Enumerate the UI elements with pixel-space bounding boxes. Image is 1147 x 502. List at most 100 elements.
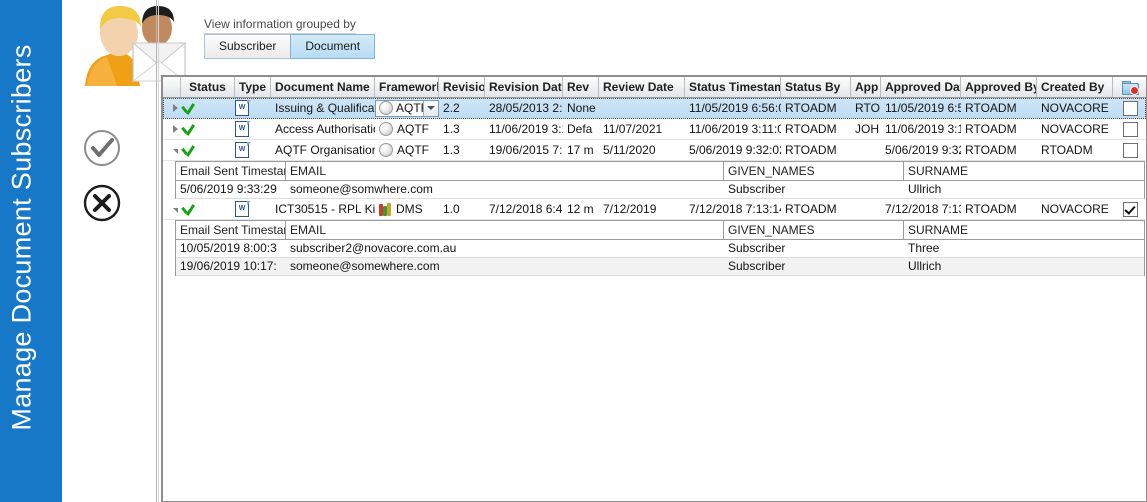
status-by-cell[interactable]: RTOADM [781, 199, 851, 219]
document-subscribers-grid[interactable]: StatusTypeDocument NameFrameworkRevision… [162, 76, 1146, 501]
column-header-document-name[interactable]: Document Name [271, 77, 375, 97]
row-expander-open-icon[interactable] [173, 149, 178, 154]
subtable-column-header-surname[interactable]: SURNAME [904, 221, 1146, 239]
column-header-rev[interactable]: Rev [563, 77, 599, 97]
email-sent-timestamp-cell[interactable]: 19/06/2019 10:17: [176, 258, 286, 275]
rev-cell[interactable]: Defa [563, 119, 599, 139]
status-cell[interactable] [181, 199, 235, 219]
framework-cell[interactable]: AQTF [375, 119, 439, 139]
surname-cell[interactable]: Ullrich [904, 181, 1146, 198]
column-header-created-by[interactable]: Created By [1037, 77, 1113, 97]
surname-cell[interactable]: Three [904, 240, 1146, 257]
table-row[interactable]: W AQTF Organisationa AQTF 1.3 19/06/2015 7:2… [163, 140, 1146, 161]
subtable-row[interactable]: 10/05/2019 8:00:3 subscriber2@novacore.co… [176, 240, 1144, 258]
row-checkbox-cell[interactable] [1113, 98, 1146, 118]
subtable-column-header-email[interactable]: EMAIL [286, 162, 724, 180]
revision-cell[interactable]: 1.0 [439, 199, 485, 219]
column-header-status[interactable]: Status [181, 77, 235, 97]
review-date-cell[interactable]: 7/12/2019 [599, 199, 685, 219]
email-sent-timestamp-cell[interactable]: 5/06/2019 9:33:29 [176, 181, 286, 198]
subtable-column-header-email-sent-timestamp[interactable]: Email Sent Timestamp [176, 221, 286, 239]
surname-cell[interactable]: Ullrich [904, 258, 1146, 275]
status-timestamp-cell[interactable]: 7/12/2018 7:13:14 / [685, 199, 781, 219]
revision-cell[interactable]: 2.2 [439, 98, 485, 118]
approve-check-circle-icon[interactable] [82, 128, 122, 168]
email-sent-timestamp-cell[interactable]: 10/05/2019 8:00:3 [176, 240, 286, 257]
revision-cell[interactable]: 1.3 [439, 140, 485, 160]
column-header-expander[interactable] [163, 77, 181, 97]
framework-cell[interactable]: AQTF [375, 140, 439, 160]
revision-date-cell[interactable]: 11/06/2019 3:1 [485, 119, 563, 139]
column-header-approved-date[interactable]: Approved Date [881, 77, 961, 97]
document-type-cell[interactable]: W [235, 199, 271, 219]
created-by-cell[interactable]: NOVACORE [1037, 199, 1113, 219]
status-timestamp-cell[interactable]: 11/06/2019 3:11:06 [685, 119, 781, 139]
subtable-column-header-given-names[interactable]: GIVEN_NAMES [724, 221, 904, 239]
document-name-cell[interactable]: AQTF Organisationa [271, 140, 375, 160]
created-by-cell[interactable]: NOVACORE [1037, 119, 1113, 139]
approved-date-cell[interactable]: 5/06/2019 9:32 [881, 140, 961, 160]
revision-cell[interactable]: 1.3 [439, 119, 485, 139]
column-header-status-timestamp[interactable]: Status Timestamp [685, 77, 781, 97]
row-checkbox-cell[interactable] [1113, 140, 1146, 160]
column-header-status-by[interactable]: Status By [781, 77, 851, 97]
email-cell[interactable]: someone@somwhere.com [286, 181, 724, 198]
reject-cross-circle-icon[interactable] [82, 183, 122, 223]
revision-date-cell[interactable]: 19/06/2015 7:2 [485, 140, 563, 160]
row-expander-closed-icon[interactable] [173, 125, 178, 133]
table-row[interactable]: W Issuing & Qualificatio AQTF 2.228/05/2013… [163, 98, 1146, 119]
folder-restricted-icon[interactable] [1113, 77, 1146, 97]
tab-subscriber[interactable]: Subscriber [204, 34, 292, 59]
row-checkbox[interactable] [1122, 142, 1138, 158]
table-row[interactable]: W ICT30515 - RPL Kit - DMS 1.0 7/12/2018 6:4… [163, 199, 1146, 220]
row-expander-open-icon[interactable] [173, 208, 178, 213]
column-header-app[interactable]: App [851, 77, 881, 97]
review-date-cell[interactable] [599, 98, 685, 118]
framework-cell[interactable]: AQTF [375, 98, 439, 118]
subtable-column-header-email[interactable]: EMAIL [286, 221, 724, 239]
revision-date-cell[interactable]: 28/05/2013 2:5 [485, 98, 563, 118]
status-by-cell[interactable]: RTOADM [781, 119, 851, 139]
approved-date-cell[interactable]: 7/12/2018 7:13 [881, 199, 961, 219]
document-name-cell[interactable]: ICT30515 - RPL Kit - [271, 199, 375, 219]
approved-by-cell[interactable]: RTOADM [961, 119, 1037, 139]
document-name-cell[interactable]: Access Authorisation [271, 119, 375, 139]
given-names-cell[interactable]: Subscriber [724, 240, 904, 257]
row-expander[interactable] [163, 119, 181, 139]
email-cell[interactable]: subscriber2@novacore.com.au [286, 240, 724, 257]
row-checkbox[interactable] [1122, 201, 1138, 217]
row-expander[interactable] [163, 199, 181, 219]
approved-date-cell[interactable]: 11/06/2019 3:1 [881, 119, 961, 139]
row-checkbox-cell[interactable] [1113, 199, 1146, 219]
column-header-review-date[interactable]: Review Date [599, 77, 685, 97]
row-expander[interactable] [163, 140, 181, 160]
tab-document[interactable]: Document [290, 34, 376, 59]
column-header-approved-by[interactable]: Approved By [961, 77, 1037, 97]
column-header-revision[interactable]: Revision [439, 77, 485, 97]
email-cell[interactable]: someone@somewhere.com [286, 258, 724, 275]
status-timestamp-cell[interactable]: 5/06/2019 9:32:02 / [685, 140, 781, 160]
status-cell[interactable] [181, 119, 235, 139]
document-name-cell[interactable]: Issuing & Qualificatio [271, 98, 375, 118]
rev-cell[interactable]: None [563, 98, 599, 118]
document-type-cell[interactable]: W [235, 119, 271, 139]
created-by-cell[interactable]: RTOADM [1037, 140, 1113, 160]
column-header-revision-date[interactable]: Revision Date [485, 77, 563, 97]
subtable-row[interactable]: 19/06/2019 10:17: someone@somewhere.com Su… [176, 258, 1144, 276]
review-date-cell[interactable]: 11/07/2021 [599, 119, 685, 139]
review-date-cell[interactable]: 5/11/2020 [599, 140, 685, 160]
approved-by-cell[interactable]: RTOADM [961, 98, 1037, 118]
status-cell[interactable] [181, 98, 235, 118]
status-cell[interactable] [181, 140, 235, 160]
column-header-framework[interactable]: Framework [375, 77, 439, 97]
chevron-down-icon[interactable] [423, 100, 438, 116]
status-timestamp-cell[interactable]: 11/05/2019 6:56:06 [685, 98, 781, 118]
approver-cell[interactable]: RTO [851, 98, 881, 118]
revision-date-cell[interactable]: 7/12/2018 6:49 [485, 199, 563, 219]
document-type-cell[interactable]: W [235, 140, 271, 160]
rev-cell[interactable]: 17 m [563, 140, 599, 160]
framework-cell[interactable]: DMS [375, 199, 439, 219]
approved-date-cell[interactable]: 11/05/2019 6:5 [881, 98, 961, 118]
table-row[interactable]: WAccess AuthorisationAQTF1.311/06/2019 3… [163, 119, 1146, 140]
status-by-cell[interactable]: RTOADM [781, 98, 851, 118]
